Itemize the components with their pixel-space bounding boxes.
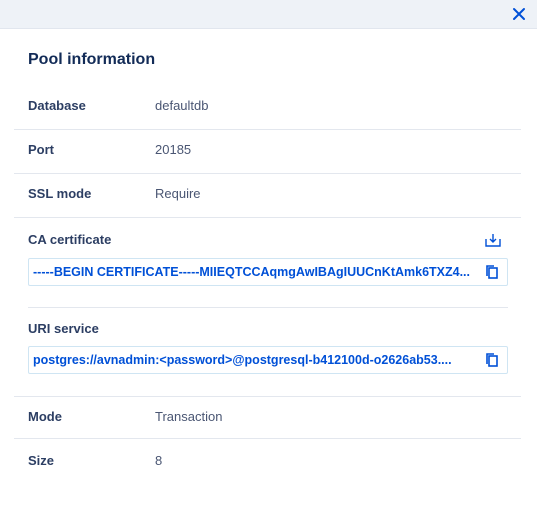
mode-label: Mode bbox=[28, 409, 62, 424]
row-database: Database defaultdb bbox=[14, 84, 521, 130]
uri-service-value[interactable]: postgres://avnadmin:<password>@postgresq… bbox=[33, 353, 479, 367]
database-value: defaultdb bbox=[155, 98, 209, 113]
port-label: Port bbox=[28, 142, 54, 157]
row-mode: Mode Transaction bbox=[14, 397, 521, 439]
download-icon[interactable] bbox=[485, 233, 501, 247]
size-label: Size bbox=[28, 453, 55, 468]
uri-service-field[interactable]: postgres://avnadmin:<password>@postgresq… bbox=[28, 346, 508, 374]
ssl-mode-value: Require bbox=[155, 186, 201, 201]
row-port: Port 20185 bbox=[14, 130, 521, 174]
ca-certificate-field[interactable]: -----BEGIN CERTIFICATE-----MIIEQTCCAqmgA… bbox=[28, 258, 508, 286]
dialog-title: Pool information bbox=[28, 51, 156, 68]
row-ssl-mode: SSL mode Require bbox=[14, 174, 521, 218]
copy-icon[interactable] bbox=[484, 352, 500, 368]
copy-icon[interactable] bbox=[484, 264, 500, 280]
size-value: 8 bbox=[155, 453, 163, 468]
ca-certificate-label: CA certificate bbox=[28, 232, 112, 247]
dialog-header-bar bbox=[0, 0, 537, 29]
ssl-mode-label: SSL mode bbox=[28, 186, 92, 201]
ca-certificate-value[interactable]: -----BEGIN CERTIFICATE-----MIIEQTCCAqmgA… bbox=[33, 265, 479, 279]
row-size: Size 8 bbox=[14, 439, 521, 483]
uri-service-label: URI service bbox=[28, 321, 99, 336]
close-icon[interactable] bbox=[511, 6, 527, 22]
port-value: 20185 bbox=[155, 142, 192, 157]
divider bbox=[28, 307, 508, 308]
mode-value: Transaction bbox=[155, 409, 223, 424]
database-label: Database bbox=[28, 98, 86, 113]
